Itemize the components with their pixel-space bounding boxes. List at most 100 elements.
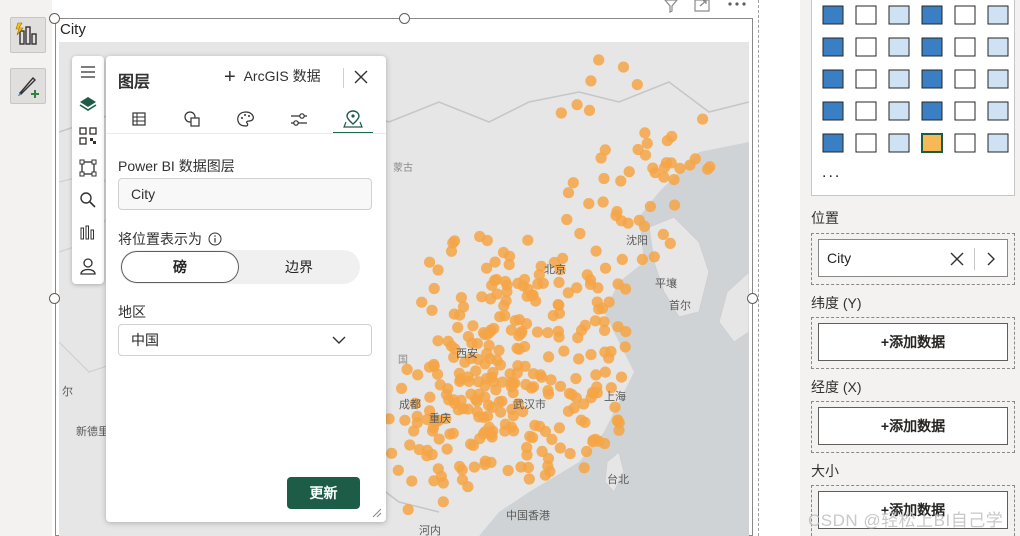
city-point[interactable] (583, 198, 595, 210)
city-point[interactable] (511, 342, 523, 354)
city-point[interactable] (432, 368, 444, 380)
qa-icon[interactable] (921, 101, 943, 121)
city-point[interactable] (479, 380, 491, 392)
option-boundaries[interactable]: 边界 (240, 251, 358, 283)
city-point[interactable] (598, 172, 610, 185)
city-point[interactable] (612, 321, 624, 333)
city-point[interactable] (500, 295, 512, 307)
city-point[interactable] (488, 322, 500, 335)
qr-icon[interactable] (78, 126, 98, 146)
city-point[interactable] (581, 269, 593, 281)
waterfall-icon[interactable] (855, 5, 877, 25)
city-point[interactable] (591, 296, 603, 308)
city-point[interactable] (493, 344, 505, 356)
city-point[interactable] (615, 371, 628, 383)
city-point[interactable] (452, 321, 464, 334)
city-point[interactable] (553, 276, 565, 288)
city-point[interactable] (505, 381, 517, 393)
city-point[interactable] (396, 382, 408, 394)
city-point[interactable] (502, 464, 514, 477)
select-rect-icon[interactable] (78, 158, 98, 178)
city-point[interactable] (589, 315, 602, 327)
city-point[interactable] (426, 304, 438, 316)
city-point[interactable] (408, 425, 420, 437)
city-point[interactable] (495, 406, 507, 418)
city-point[interactable] (534, 420, 546, 432)
city-point[interactable] (489, 274, 501, 286)
goals-icon[interactable] (987, 101, 1009, 121)
close-icon[interactable] (353, 69, 369, 85)
info-icon[interactable] (208, 232, 222, 246)
shape-map-icon[interactable] (921, 37, 943, 57)
city-point[interactable] (586, 386, 599, 399)
city-point[interactable] (623, 166, 635, 178)
city-point[interactable] (483, 339, 495, 352)
city-point[interactable] (406, 475, 418, 487)
city-point[interactable] (457, 403, 470, 415)
tab-shapes[interactable] (173, 108, 213, 132)
treemap-icon[interactable] (822, 37, 844, 57)
city-point[interactable] (513, 314, 525, 326)
arcgis-map-icon[interactable] (921, 133, 943, 153)
city-point[interactable] (669, 199, 681, 211)
map-icon[interactable] (855, 37, 877, 57)
longitude-add-data-button[interactable]: +添加数据 (818, 407, 1008, 445)
matrix-icon[interactable] (987, 69, 1009, 89)
table-icon[interactable] (954, 69, 976, 89)
city-point[interactable] (555, 107, 567, 119)
city-point[interactable] (553, 422, 565, 434)
scatter-icon[interactable] (921, 5, 943, 25)
city-point[interactable] (503, 259, 515, 271)
city-point[interactable] (562, 405, 575, 417)
city-point[interactable] (612, 278, 624, 290)
city-point[interactable] (392, 464, 404, 476)
city-point[interactable] (512, 360, 524, 372)
city-point[interactable] (470, 365, 482, 377)
city-point[interactable] (644, 200, 657, 213)
city-point[interactable] (479, 459, 491, 471)
city-point[interactable] (636, 253, 649, 265)
city-point[interactable] (590, 245, 602, 257)
city-point[interactable] (585, 75, 597, 87)
city-point[interactable] (639, 149, 652, 161)
city-point[interactable] (518, 273, 531, 286)
city-point[interactable] (504, 368, 516, 380)
city-point[interactable] (547, 310, 559, 322)
city-point[interactable] (576, 324, 588, 336)
chart-icon[interactable] (78, 222, 98, 242)
city-point[interactable] (442, 335, 454, 347)
option-points[interactable]: 磅 (121, 251, 239, 283)
focus-mode-icon[interactable] (694, 0, 710, 12)
city-point[interactable] (648, 251, 660, 263)
city-point[interactable] (437, 477, 449, 489)
city-point[interactable] (616, 253, 628, 265)
tab-symbology[interactable] (226, 108, 266, 132)
city-point[interactable] (386, 447, 398, 459)
city-point[interactable] (428, 358, 440, 371)
layers-icon[interactable] (78, 94, 98, 114)
multirow-card-icon[interactable] (855, 69, 877, 89)
city-point[interactable] (428, 475, 440, 487)
city-point[interactable] (523, 473, 535, 485)
menu-icon[interactable] (78, 62, 98, 82)
city-point[interactable] (487, 425, 499, 437)
city-point[interactable] (432, 264, 444, 276)
city-point[interactable] (599, 324, 611, 336)
city-point[interactable] (612, 414, 624, 426)
city-point[interactable] (424, 391, 436, 403)
city-point[interactable] (497, 246, 510, 259)
city-point[interactable] (522, 234, 534, 246)
region-select[interactable]: 中国 (118, 324, 372, 356)
city-point[interactable] (522, 461, 534, 474)
city-point[interactable] (483, 399, 495, 411)
city-point[interactable] (437, 496, 449, 508)
latitude-add-data-button[interactable]: +添加数据 (818, 323, 1008, 361)
more-visuals-button[interactable]: ... (822, 164, 841, 182)
filter-icon[interactable] (664, 0, 678, 13)
city-point[interactable] (689, 153, 701, 165)
city-point[interactable] (545, 374, 557, 386)
city-point[interactable] (412, 369, 424, 381)
layer-name-field[interactable]: City (118, 178, 372, 210)
more-options-icon[interactable] (728, 2, 746, 6)
city-point[interactable] (595, 152, 607, 164)
